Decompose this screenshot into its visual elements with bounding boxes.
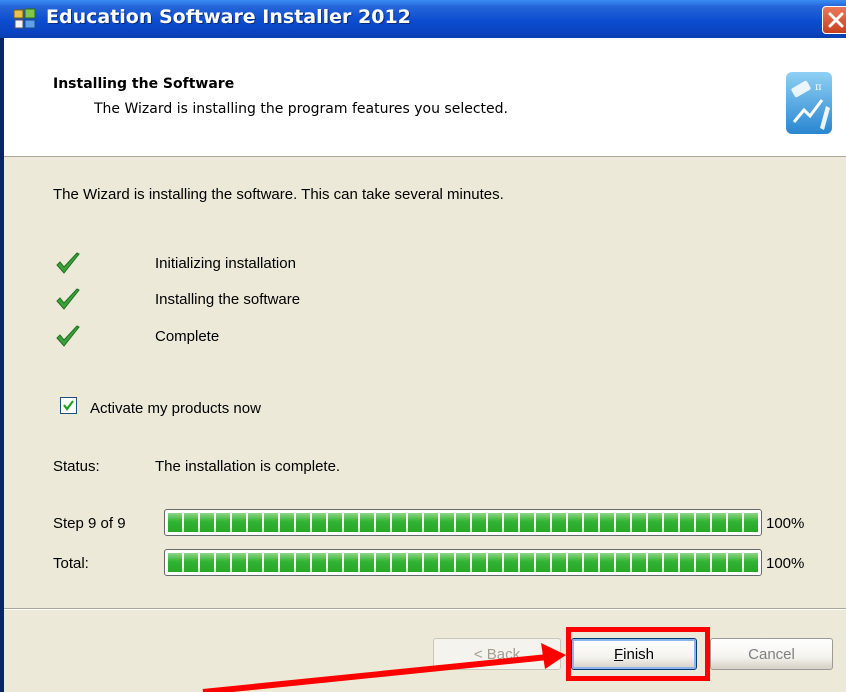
footer-separator (4, 608, 846, 610)
step-progress-percent: 100% (766, 515, 805, 532)
annotation-highlight-box (566, 627, 710, 681)
close-icon (828, 12, 844, 28)
header-subtitle: The Wizard is installing the program fea… (94, 101, 508, 117)
progress-fill (168, 553, 758, 572)
progress-fill (168, 513, 758, 532)
step-label: Complete (155, 328, 220, 345)
step-label: Initializing installation (155, 255, 296, 272)
header-title: Installing the Software (53, 76, 235, 92)
step-label: Installing the software (155, 291, 301, 308)
back-button[interactable]: < Back (433, 638, 561, 670)
activate-products-label[interactable]: Activate my products now (90, 400, 261, 417)
title-bar[interactable]: Education Software Installer 2012 (0, 0, 846, 38)
total-progress-percent: 100% (766, 555, 805, 572)
window-title: Education Software Installer 2012 (46, 6, 411, 28)
cancel-button[interactable]: Cancel (710, 638, 833, 670)
checkbox-check-icon (63, 400, 74, 411)
progress-track (168, 553, 758, 572)
close-button[interactable] (822, 6, 846, 34)
progress-track (168, 513, 758, 532)
total-progress-bar (164, 549, 762, 576)
step-progress-bar (164, 509, 762, 536)
installer-window: Education Software Installer 2012 Instal… (0, 0, 846, 692)
checkmark-icon (56, 252, 80, 274)
status-value: The installation is complete. (155, 458, 341, 475)
checkmark-icon (56, 325, 80, 347)
status-label: Status: (53, 458, 100, 475)
total-progress-label: Total: (53, 555, 89, 572)
svg-text:π: π (815, 82, 822, 93)
intro-text: The Wizard is installing the software. T… (53, 186, 504, 203)
installer-app-icon (13, 8, 36, 29)
dialog-client-area: Installing the Software The Wizard is in… (4, 38, 846, 692)
wizard-header: Installing the Software The Wizard is in… (4, 38, 846, 157)
step-progress-label: Step 9 of 9 (53, 515, 126, 532)
education-logo-icon: π (786, 72, 832, 134)
activate-products-checkbox[interactable] (60, 397, 77, 414)
checkmark-icon (56, 288, 80, 310)
